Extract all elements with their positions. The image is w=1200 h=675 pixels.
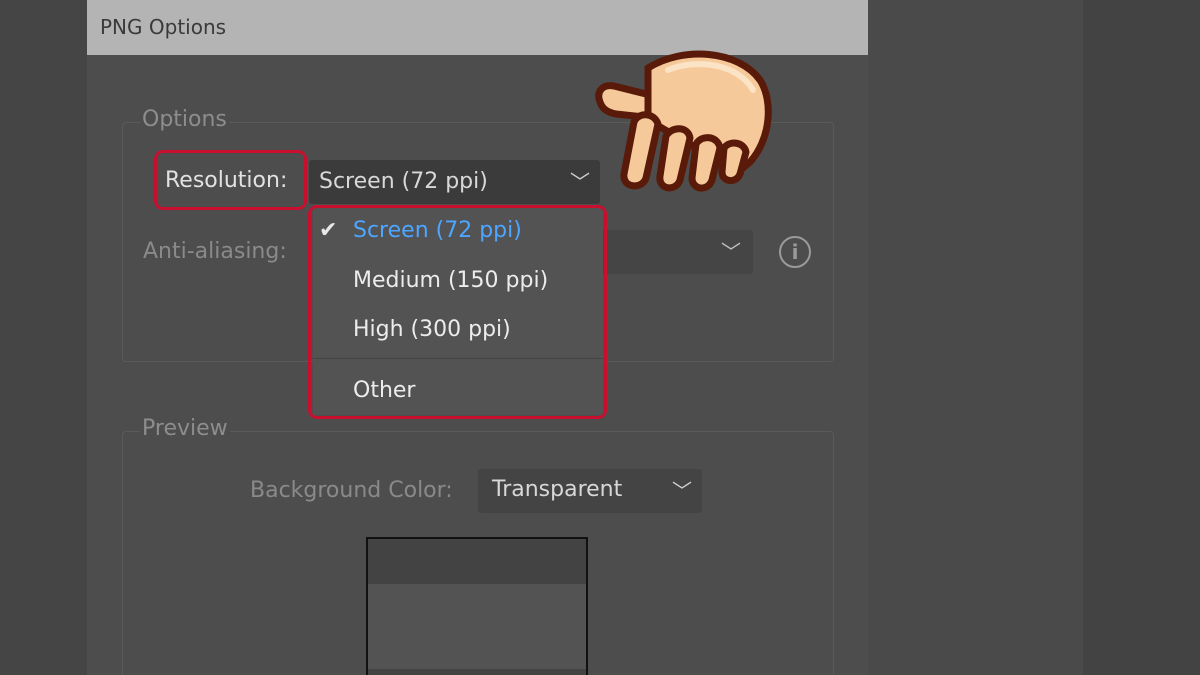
chevron-down-icon: ﹀ <box>672 479 692 503</box>
background-color-select[interactable]: Transparent ﹀ <box>478 469 702 513</box>
background-color-select-value: Transparent <box>492 477 623 502</box>
chevron-down-icon: ﹀ <box>721 240 741 264</box>
anti-aliasing-select[interactable]: ﹀ <box>597 230 753 274</box>
anti-aliasing-label: Anti-aliasing: <box>143 239 287 264</box>
dialog-title: PNG Options <box>100 15 227 39</box>
options-group-label: Options <box>140 107 229 132</box>
background-far-right <box>1083 0 1200 675</box>
background-left <box>0 0 87 675</box>
background-color-label: Background Color: <box>250 478 453 503</box>
resolution-label-highlight <box>154 150 307 210</box>
pointing-hand-icon <box>595 50 772 192</box>
resolution-menu-highlight <box>308 205 607 419</box>
chevron-down-icon: ﹀ <box>570 170 590 194</box>
background-panel <box>868 0 1083 675</box>
info-icon[interactable]: i <box>779 236 811 268</box>
resolution-select[interactable]: Screen (72 ppi) ﹀ <box>309 160 600 204</box>
preview-thumbnail-band <box>368 584 586 669</box>
preview-thumbnail <box>366 537 588 675</box>
preview-group-label: Preview <box>140 416 230 441</box>
resolution-select-value: Screen (72 ppi) <box>319 169 488 194</box>
